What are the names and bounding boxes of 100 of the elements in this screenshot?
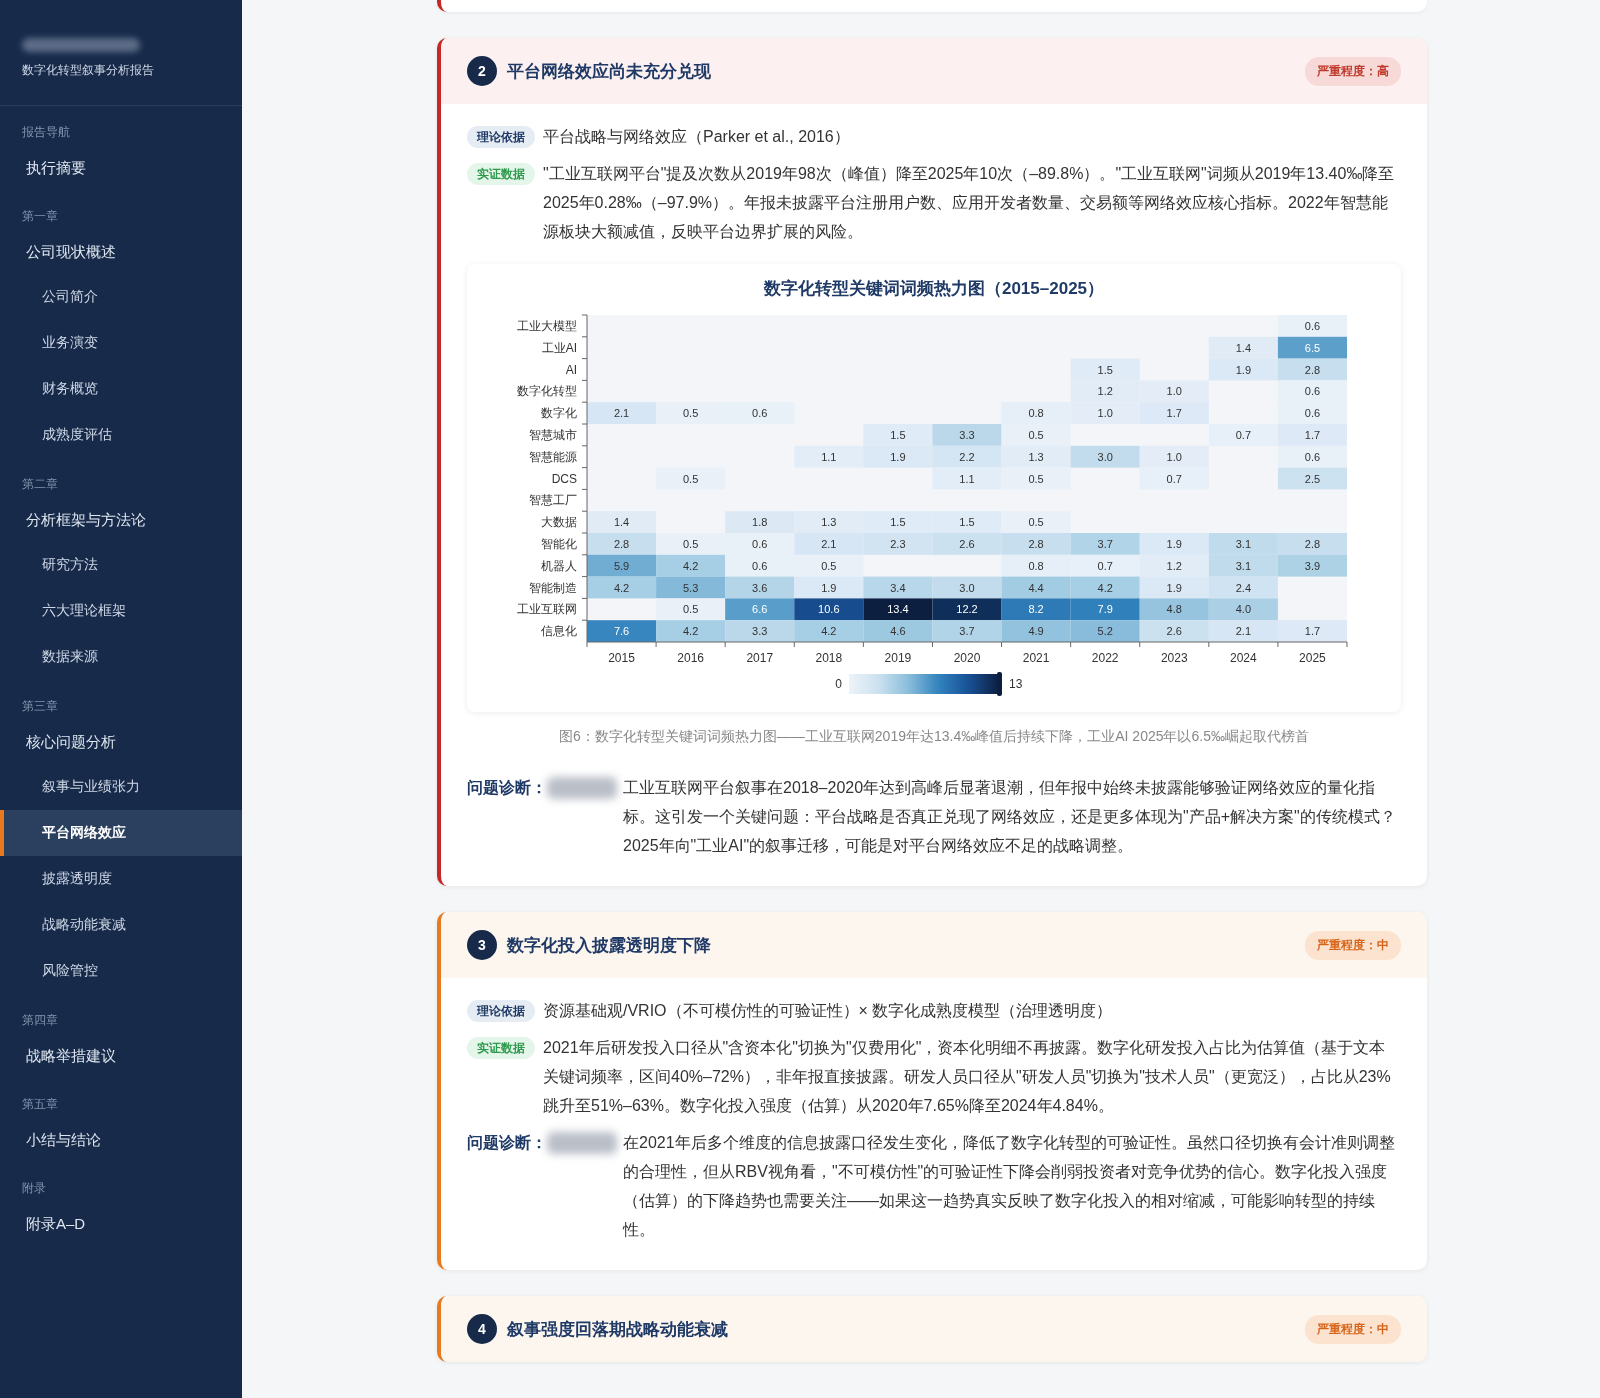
nav-item[interactable]: 研究方法 (0, 542, 242, 588)
cell-value: 3.1 (1235, 537, 1251, 550)
scale-handle[interactable] (997, 672, 1002, 696)
heatmap-cell (1070, 533, 1140, 555)
cell-value: 1.9 (1235, 363, 1251, 376)
heatmap-cell (932, 467, 1002, 490)
block-text: 资源基础观/VRIO（不可模仿性的可验证性）× 数字化成熟度模型（治理透明度） (543, 1001, 1113, 1021)
scale-label: 13 (1009, 677, 1023, 691)
nav-item[interactable]: 公司现状概述 (0, 231, 242, 274)
heatmap-cell (794, 554, 864, 577)
diagnosis-text: 在2021年后多个维度的信息披露口径发生变化，降低了数字化转型的可验证性。虽然口径切换有会计准则调整的合理性，但从RBV视角看，"不可模仿性"的可验证性下降会削弱投资者对竞争优势的信心。数字化投入强度（估算）的下降趋势也需要关注——如果这一趋势真实反映了数字化投入的相对缩减，可能影响转型的持续性。 (623, 1133, 1396, 1240)
nav-item[interactable]: 分析框架与方法论 (0, 499, 242, 542)
nav-heading: 第三章 (21, 698, 59, 715)
cell-value: 10.6 (818, 603, 840, 616)
year-label: 2015 (608, 651, 635, 665)
nav-item[interactable]: 数据来源 (0, 634, 242, 680)
cell-value: 5.2 (1097, 625, 1113, 638)
cell-value: 0.8 (1028, 407, 1044, 420)
cell-value: 4.2 (821, 625, 837, 638)
nav-item[interactable]: 平台网络效应 (0, 810, 242, 856)
row-label: 智慧工厂 (529, 493, 577, 508)
cell-value: 3.0 (1097, 450, 1113, 463)
row-label: 工业AI (541, 340, 577, 355)
cell-value: 6.6 (752, 603, 768, 616)
issue-title: 数字化投入披露透明度下降 (507, 934, 711, 957)
heatmap-cell (1208, 533, 1278, 555)
cell-value: 2.6 (1166, 625, 1182, 638)
nav-item[interactable]: 战略动能衰减 (0, 902, 242, 948)
cell-value: 5.9 (613, 559, 630, 572)
cell-value: 0.6 (1304, 385, 1321, 398)
row-label: DCS (551, 471, 577, 486)
row-label: 智能制造 (529, 580, 577, 595)
cell-value: 1.3 (1028, 450, 1044, 463)
cell-value: 5.3 (683, 581, 699, 594)
heatmap-cell (1139, 598, 1209, 621)
tag-pill: 理论依据 (467, 126, 535, 148)
nav-item[interactable]: 财务概览 (0, 366, 242, 412)
cell-value: 1.0 (1166, 385, 1182, 398)
issue-number: 4 (467, 1314, 497, 1344)
nav-item[interactable]: 小结与结论 (0, 1119, 242, 1162)
nav-item[interactable]: 战略举措建议 (0, 1035, 242, 1078)
cell-value: 0.8 (1028, 559, 1044, 572)
heatmap-cell (932, 533, 1002, 555)
heatmap-cell (1001, 424, 1071, 446)
chart-title: 数字化转型关键词词频热力图（2015–2025） (763, 278, 1105, 300)
row-label: 信息化 (541, 624, 577, 639)
cell-value: 1.2 (1097, 385, 1113, 398)
heatmap-cell (932, 576, 1002, 599)
year-label: 2018 (815, 651, 843, 665)
nav-item[interactable]: 成熟度评估 (0, 412, 242, 458)
cell-value: 1.4 (613, 516, 630, 529)
nav-item[interactable]: 六大理论框架 (0, 588, 242, 634)
heatmap-cell (1139, 380, 1209, 403)
cell-value: 7.6 (613, 625, 630, 638)
scale-label: 0 (835, 677, 842, 691)
cell-value: 4.0 (1235, 603, 1251, 616)
issue-number: 3 (467, 930, 497, 960)
row-label: 机器人 (541, 558, 577, 573)
diagnosis-label: 问题诊断： (467, 778, 547, 798)
year-label: 2021 (1022, 651, 1050, 665)
nav-item[interactable]: 执行摘要 (0, 147, 242, 190)
row-label: 智能化 (541, 536, 577, 551)
nav-item[interactable]: 附录A–D (0, 1203, 242, 1246)
cell-value: 1.2 (1166, 559, 1182, 572)
heatmap-cell (725, 511, 795, 533)
nav-item[interactable]: 披露透明度 (0, 856, 242, 902)
block-text: 2021年后研发投入口径从"含资本化"切换为"仅费用化"，资本化明细不再披露。数字化研发投入占比为估算值（基于文本关键词频率，区间40%–72%），非年报直接披露。研发人员口径从"研发人员"切换为"技术人员"（更宽泛），占比从23%跳升至51%–63%。数字化投入强度（估算）从2020年7.65%降至2024年4.84%。 (543, 1038, 1392, 1116)
heatmap-cell (725, 598, 795, 621)
cell-value: 0.5 (683, 603, 699, 616)
cell-value: 0.5 (683, 537, 699, 550)
year-label: 2025 (1299, 651, 1326, 665)
cell-value: 1.5 (890, 516, 906, 529)
tag-pill: 理论依据 (467, 1000, 535, 1022)
nav-item[interactable]: 公司简介 (0, 274, 242, 320)
heatmap-cell (587, 402, 657, 424)
nav-heading: 第五章 (21, 1096, 59, 1113)
heatmap-cell (932, 445, 1002, 468)
cell-value: 3.6 (752, 581, 768, 594)
cell-value: 4.8 (1166, 603, 1182, 616)
row-label: AI (565, 362, 577, 377)
nav-item[interactable]: 风险管控 (0, 948, 242, 994)
cell-value: 2.2 (959, 450, 975, 463)
cell-value: 1.5 (890, 428, 906, 441)
cell-value: 2.8 (1028, 537, 1044, 550)
nav-item[interactable]: 核心问题分析 (0, 721, 242, 764)
heatmap-cell (794, 533, 864, 555)
cell-value: 3.0 (959, 581, 975, 594)
cell-value: 1.1 (959, 472, 975, 485)
heatmap-cell (1277, 533, 1347, 555)
nav-item[interactable]: 业务演变 (0, 320, 242, 366)
cell-value: 1.9 (821, 581, 837, 594)
cell-value: 0.6 (752, 537, 768, 550)
heatmap-cell (725, 576, 795, 599)
nav-item[interactable]: 叙事与业绩张力 (0, 764, 242, 810)
heatmap-cell (932, 620, 1002, 642)
tag-pill: 实证数据 (467, 163, 535, 185)
cell-value: 2.4 (1235, 581, 1251, 594)
cell-value: 1.5 (1097, 363, 1113, 376)
heatmap-cell (587, 533, 657, 555)
heatmap-cell (1001, 620, 1071, 642)
